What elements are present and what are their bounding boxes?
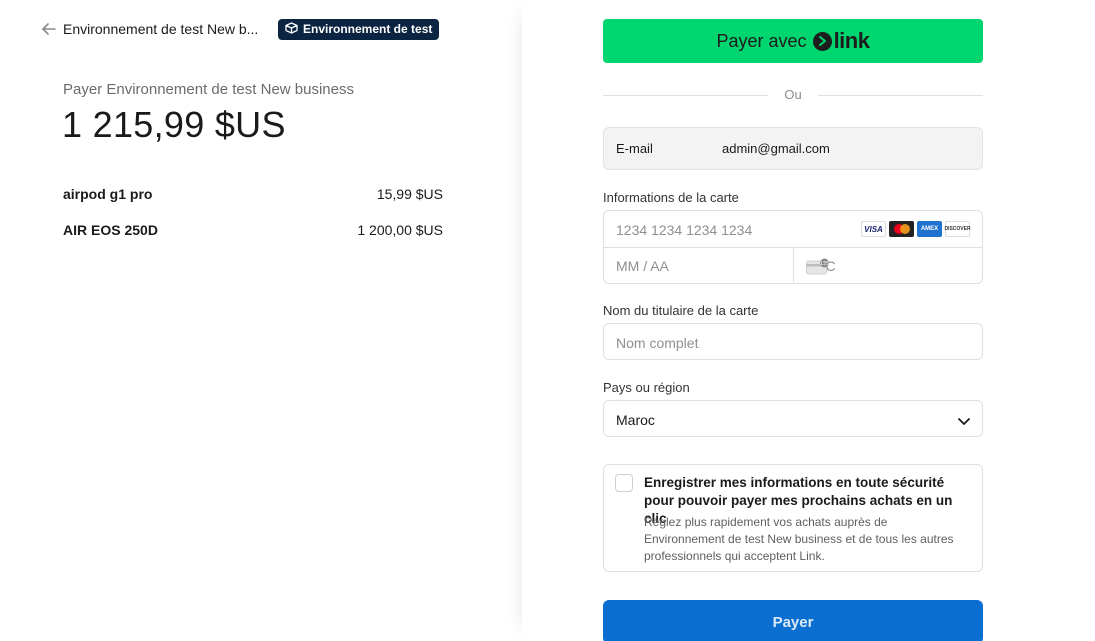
- cvc-field[interactable]: CVC 135: [794, 248, 983, 284]
- payment-form-panel: Payer avec link Ou E-mail admin@gmail.co…: [522, 0, 1095, 641]
- card-number-field[interactable]: 1234 1234 1234 1234 VISA AMEX DISCOVER: [604, 211, 982, 248]
- chevron-down-icon: [958, 413, 970, 431]
- country-label: Pays ou région: [603, 380, 690, 395]
- email-value: admin@gmail.com: [722, 141, 830, 156]
- order-summary-panel: Environnement de test New b... Environne…: [0, 0, 522, 641]
- country-select[interactable]: Maroc: [603, 400, 983, 437]
- line-item: airpod g1 pro 15,99 $US: [63, 186, 443, 222]
- card-brands: VISA AMEX DISCOVER: [861, 221, 971, 237]
- svg-text:135: 135: [820, 261, 830, 267]
- line-item-name: airpod g1 pro: [63, 186, 153, 202]
- chevron-right-icon: [812, 31, 832, 51]
- pay-label: Payer Environnement de test New business: [63, 81, 354, 98]
- card-number-placeholder: 1234 1234 1234 1234: [616, 222, 753, 238]
- cardholder-placeholder: Nom complet: [616, 335, 699, 351]
- link-button-label: Payer avec: [716, 30, 807, 51]
- header-bar: Environnement de test New b... Environne…: [41, 18, 440, 40]
- back-arrow-icon[interactable]: [41, 21, 57, 37]
- line-item-price: 15,99 $US: [376, 186, 443, 202]
- cardholder-name-input[interactable]: Nom complet: [603, 323, 983, 360]
- save-info-checkbox[interactable]: [615, 474, 633, 492]
- link-logo: link: [812, 28, 870, 54]
- expiry-field[interactable]: MM / AA: [604, 248, 794, 284]
- discover-icon: DISCOVER: [944, 221, 971, 237]
- box-icon: [285, 21, 298, 37]
- line-item-price: 1 200,00 $US: [357, 222, 443, 238]
- card-info-label: Informations de la carte: [603, 190, 739, 205]
- test-badge-label: Environnement de test: [303, 22, 433, 36]
- card-input-group: 1234 1234 1234 1234 VISA AMEX DISCOVER M…: [603, 210, 983, 284]
- cvc-card-icon: 135: [806, 258, 971, 279]
- or-divider: Ou: [603, 87, 983, 103]
- line-item: AIR EOS 250D 1 200,00 $US: [63, 222, 443, 258]
- country-value: Maroc: [616, 412, 655, 428]
- pay-with-link-button[interactable]: Payer avec link: [603, 19, 983, 63]
- cardholder-label: Nom du titulaire de la carte: [603, 303, 759, 318]
- amex-icon: AMEX: [917, 221, 942, 237]
- email-label: E-mail: [616, 141, 653, 156]
- visa-icon: VISA: [861, 221, 886, 237]
- line-items: airpod g1 pro 15,99 $US AIR EOS 250D 1 2…: [63, 186, 443, 258]
- save-info-box: Enregistrer mes informations en toute sé…: [603, 464, 983, 572]
- pay-button[interactable]: Payer: [603, 600, 983, 641]
- save-info-description: Réglez plus rapidement vos achats auprès…: [644, 515, 954, 563]
- line-item-name: AIR EOS 250D: [63, 222, 158, 238]
- mastercard-icon: [889, 221, 914, 237]
- expiry-placeholder: MM / AA: [616, 258, 669, 274]
- total-amount: 1 215,99 $US: [62, 104, 286, 145]
- test-mode-badge: Environnement de test: [278, 18, 440, 40]
- link-brand-word: link: [833, 28, 870, 53]
- business-name-link[interactable]: Environnement de test New b...: [63, 21, 266, 37]
- email-field[interactable]: E-mail admin@gmail.com: [603, 127, 983, 170]
